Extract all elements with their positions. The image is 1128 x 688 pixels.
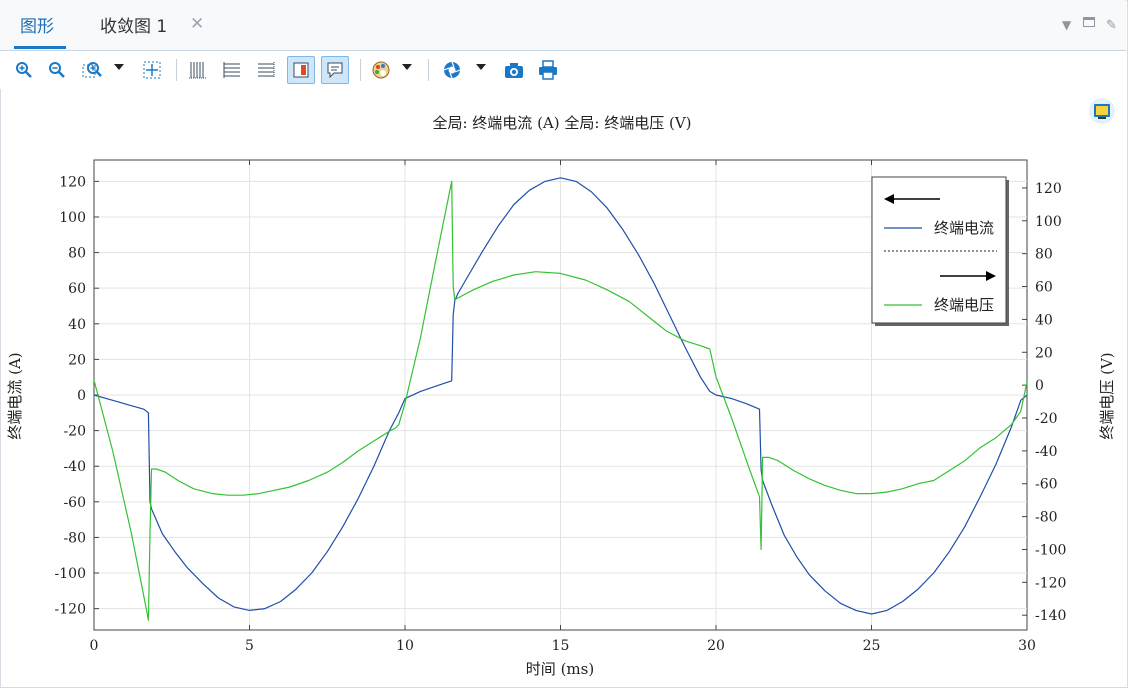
y-tick-label-right: 100 bbox=[1035, 214, 1062, 230]
x-grid-icon[interactable] bbox=[186, 58, 210, 82]
y-axis-label-right: 终端电压 (V) bbox=[1098, 352, 1116, 439]
y-tick-label-right: -40 bbox=[1035, 444, 1058, 460]
zoom-out-icon[interactable] bbox=[45, 58, 69, 82]
tab-close-icon[interactable]: ✕ bbox=[190, 14, 204, 34]
tab-bar: 图形 收敛图 1 ✕ ▼ ✎ bbox=[0, 0, 1126, 51]
x-tick-label: 5 bbox=[245, 638, 254, 654]
y-tick-label-right: 20 bbox=[1035, 345, 1053, 361]
y-tick-label-left: -60 bbox=[63, 495, 86, 511]
render-dropdown-icon[interactable] bbox=[476, 64, 486, 70]
tab-graphics[interactable]: 图形 bbox=[20, 12, 54, 37]
y-tick-label-right: -140 bbox=[1035, 608, 1066, 624]
grid-lines-icon[interactable] bbox=[254, 58, 278, 82]
zoom-box-icon[interactable] bbox=[80, 58, 104, 82]
toolbar-separator bbox=[360, 59, 361, 81]
zoom-in-icon[interactable] bbox=[12, 58, 36, 82]
y-tick-label-right: 120 bbox=[1035, 181, 1062, 197]
x-tick-label: 25 bbox=[863, 638, 881, 654]
zoom-dropdown-icon[interactable] bbox=[114, 64, 124, 70]
x-tick-label: 10 bbox=[396, 638, 414, 654]
y-tick-label-right: 40 bbox=[1035, 312, 1053, 328]
y-tick-label-right: 60 bbox=[1035, 280, 1053, 296]
y-tick-label-right: 80 bbox=[1035, 247, 1053, 263]
y-tick-label-right: 0 bbox=[1035, 378, 1044, 394]
toolbar-separator bbox=[428, 59, 429, 81]
dropdown-menu-icon[interactable]: ▼ bbox=[1062, 18, 1071, 32]
y-tick-label-left: 0 bbox=[77, 388, 86, 404]
y-tick-label-left: 20 bbox=[68, 352, 86, 368]
color-dropdown-icon[interactable] bbox=[402, 64, 412, 70]
plot-title: 全局: 终端电流 (A) 全局: 终端电压 (V) bbox=[432, 114, 691, 132]
y-tick-label-left: -40 bbox=[63, 459, 86, 475]
x-tick-label: 15 bbox=[552, 638, 570, 654]
color-table-icon[interactable] bbox=[369, 58, 393, 82]
y-tick-label-right: -20 bbox=[1035, 411, 1058, 427]
y-tick-label-left: 100 bbox=[59, 210, 86, 226]
y-tick-label-left: -100 bbox=[55, 566, 86, 582]
y-grid-icon[interactable] bbox=[220, 58, 244, 82]
y-tick-label-right: -80 bbox=[1035, 510, 1058, 526]
pin-icon[interactable]: ✎ bbox=[1106, 18, 1117, 33]
zoom-extents-icon[interactable] bbox=[140, 58, 164, 82]
x-tick-label: 0 bbox=[90, 638, 99, 654]
y-tick-label-right: -120 bbox=[1035, 575, 1066, 591]
tab-convergence-plot[interactable]: 收敛图 1 bbox=[100, 12, 167, 37]
x-tick-label: 30 bbox=[1018, 638, 1036, 654]
chart: 全局: 终端电流 (A) 全局: 终端电压 (V) 0 5 10 15 20 25 30 12… bbox=[6, 114, 1116, 678]
graphics-toolbar bbox=[0, 51, 1126, 89]
y-axis-label-left: 终端电流 (A) bbox=[6, 352, 24, 439]
legend-label-current: 终端电流 bbox=[934, 219, 994, 237]
y-tick-label-left: -120 bbox=[55, 602, 86, 618]
active-tab-indicator bbox=[14, 46, 66, 49]
y-tick-label-left: -80 bbox=[63, 530, 86, 546]
y-tick-label-left: 40 bbox=[68, 317, 86, 333]
y-tick-label-right: -100 bbox=[1035, 542, 1066, 558]
print-icon[interactable] bbox=[536, 58, 560, 82]
x-axis-label: 时间 (ms) bbox=[526, 660, 594, 678]
y-tick-label-left: -20 bbox=[63, 424, 86, 440]
render-aperture-icon[interactable] bbox=[440, 58, 464, 82]
legend-label-voltage: 终端电压 bbox=[934, 296, 994, 314]
show-legend-icon[interactable] bbox=[287, 56, 315, 84]
legend[interactable]: 终端电流 终端电压 bbox=[871, 176, 1009, 326]
y-tick-label-left: 60 bbox=[68, 281, 86, 297]
y-tick-label-left: 120 bbox=[59, 174, 86, 190]
y-tick-label-right: -60 bbox=[1035, 477, 1058, 493]
x-tick-label: 20 bbox=[707, 638, 725, 654]
toolbar-separator bbox=[176, 59, 177, 81]
maximize-icon[interactable] bbox=[1083, 17, 1095, 27]
camera-icon[interactable] bbox=[502, 58, 526, 82]
annotation-icon[interactable] bbox=[321, 56, 349, 84]
y-tick-label-left: 80 bbox=[68, 246, 86, 262]
